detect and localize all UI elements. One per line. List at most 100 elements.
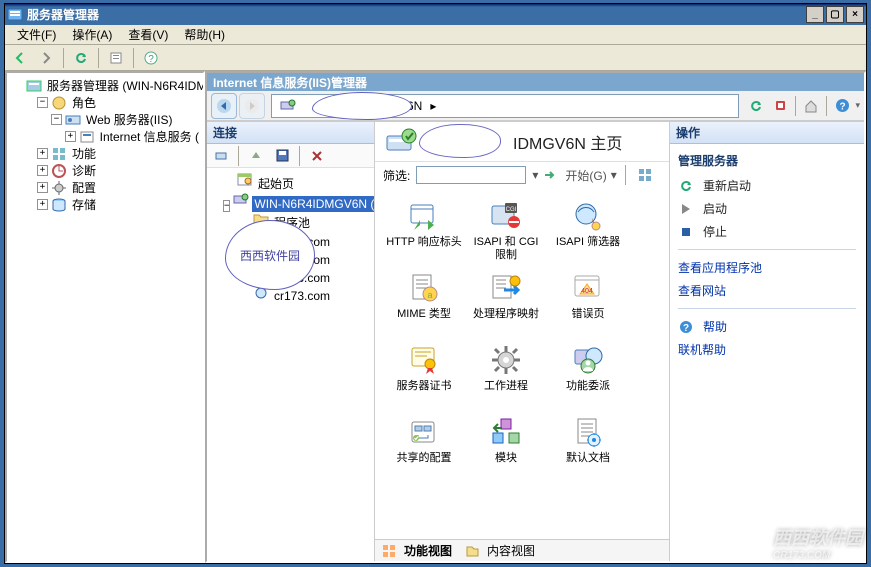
feature-label: ISAPI 筛选器 bbox=[556, 236, 620, 249]
feature-cert[interactable]: 服务器证书 bbox=[383, 340, 465, 412]
view-grid-icon[interactable] bbox=[634, 164, 656, 186]
connections-header-label: 连接 bbox=[213, 124, 237, 141]
expand-toggle[interactable]: + bbox=[65, 131, 76, 142]
filter-label: 筛选: bbox=[383, 167, 410, 184]
action-restart[interactable]: 重新启动 bbox=[678, 175, 856, 196]
breadcrumb-tail[interactable]: 6N bbox=[403, 99, 426, 113]
forward-button[interactable] bbox=[35, 47, 57, 69]
expand-toggle[interactable]: + bbox=[37, 165, 48, 176]
feature-isapi-filter[interactable]: ISAPI 筛选器 bbox=[547, 196, 629, 268]
delete-icon[interactable] bbox=[306, 145, 328, 167]
iis-mgr-icon bbox=[79, 129, 95, 145]
scope-tree[interactable]: 服务器管理器 (WIN-N6R4IDMGV6 − 角色 bbox=[5, 71, 205, 563]
action-online-help-label: 联机帮助 bbox=[678, 341, 726, 358]
go-dropdown[interactable]: ▾ 开始(G) ▾ bbox=[532, 167, 616, 184]
nav-stop-button[interactable] bbox=[769, 95, 791, 117]
annotation-cloud: 西西软件园 bbox=[225, 220, 315, 290]
save-icon[interactable] bbox=[271, 145, 293, 167]
nav-home-button[interactable] bbox=[800, 95, 822, 117]
toolbar-divider bbox=[133, 48, 134, 68]
feature-error[interactable]: 404 错误页 bbox=[547, 268, 629, 340]
conn-start-page[interactable]: 起始页 bbox=[256, 176, 296, 192]
nav-help-button[interactable]: ? bbox=[831, 95, 853, 117]
close-button[interactable]: × bbox=[846, 6, 864, 23]
conn-site-item[interactable]: cr173.com bbox=[272, 288, 332, 304]
menu-view[interactable]: 查看(V) bbox=[120, 24, 176, 45]
tree-iis-mgr[interactable]: Internet 信息服务 ( bbox=[98, 127, 201, 146]
connect-icon[interactable] bbox=[210, 145, 232, 167]
action-start[interactable]: 启动 bbox=[678, 198, 856, 219]
action-online-help[interactable]: 联机帮助 bbox=[678, 339, 856, 360]
feature-default-doc[interactable]: 默认文档 bbox=[547, 412, 629, 484]
feature-worker[interactable]: 工作进程 bbox=[465, 340, 547, 412]
refresh-button[interactable] bbox=[70, 47, 92, 69]
connections-tree[interactable]: 起始页 −WIN-N6R4IDMGV6N (WIN 程序池 cr173.com … bbox=[207, 168, 374, 561]
feature-handler[interactable]: 处理程序映射 bbox=[465, 268, 547, 340]
menu-action[interactable]: 操作(A) bbox=[64, 24, 120, 45]
expand-toggle[interactable]: + bbox=[37, 148, 48, 159]
feature-label: MIME 类型 bbox=[397, 308, 451, 321]
maximize-button[interactable]: ▢ bbox=[826, 6, 844, 23]
tab-features-view[interactable]: 功能视图 bbox=[381, 542, 452, 559]
menu-help[interactable]: 帮助(H) bbox=[176, 24, 233, 45]
server-manager-window: 服务器管理器 _ ▢ × 文件(F) 操作(A) 查看(V) 帮助(H) ? bbox=[4, 3, 867, 564]
toolbar-divider bbox=[795, 96, 796, 116]
up-icon[interactable] bbox=[245, 145, 267, 167]
properties-button[interactable] bbox=[105, 47, 127, 69]
handler-icon bbox=[490, 272, 522, 304]
expand-toggle[interactable]: + bbox=[37, 182, 48, 193]
roles-icon bbox=[51, 95, 67, 111]
expand-toggle[interactable]: + bbox=[37, 199, 48, 210]
tab-content-view[interactable]: 内容视图 bbox=[464, 542, 535, 559]
feature-mime[interactable]: aMIME 类型 bbox=[383, 268, 465, 340]
tree-root[interactable]: 服务器管理器 (WIN-N6R4IDMGV6 bbox=[45, 76, 205, 95]
action-separator bbox=[678, 249, 856, 250]
breadcrumb[interactable]: 6N ▸ bbox=[271, 94, 739, 118]
action-help[interactable]: ? 帮助 bbox=[678, 316, 856, 337]
toolbar-divider bbox=[826, 96, 827, 116]
action-view-apppools[interactable]: 查看应用程序池 bbox=[678, 257, 856, 278]
go-icon bbox=[542, 167, 558, 183]
expand-toggle[interactable]: − bbox=[37, 97, 48, 108]
feature-isapi-cgi[interactable]: CGIISAPI 和 CGI 限制 bbox=[465, 196, 547, 268]
svg-text:?: ? bbox=[839, 102, 845, 113]
menu-file[interactable]: 文件(F) bbox=[9, 24, 64, 45]
feature-grid: HTTP 响应标头CGIISAPI 和 CGI 限制 ISAPI 筛选器 aMIME… bbox=[375, 188, 669, 539]
feature-label: 模块 bbox=[495, 452, 517, 465]
nav-refresh-button[interactable] bbox=[745, 95, 767, 117]
help-button[interactable]: ? bbox=[140, 47, 162, 69]
minimize-button[interactable]: _ bbox=[806, 6, 824, 23]
annotation-cloud bbox=[419, 124, 501, 158]
tab-content-label: 内容视图 bbox=[487, 542, 535, 559]
content-row: 服务器管理器 (WIN-N6R4IDMGV6 − 角色 bbox=[5, 71, 866, 563]
nav-back-button[interactable] bbox=[211, 93, 237, 119]
filter-input[interactable] bbox=[416, 166, 526, 184]
svg-text:?: ? bbox=[148, 54, 154, 65]
feature-label: 工作进程 bbox=[484, 380, 528, 393]
feature-label: 错误页 bbox=[572, 308, 605, 321]
restart-icon bbox=[678, 178, 694, 194]
feature-delegate[interactable]: 功能委派 bbox=[547, 340, 629, 412]
svg-text:404: 404 bbox=[581, 288, 593, 295]
back-button[interactable] bbox=[9, 47, 31, 69]
feature-http-resp[interactable]: HTTP 响应标头 bbox=[383, 196, 465, 268]
tree-storage[interactable]: 存储 bbox=[70, 195, 98, 214]
main-heading-text: IDMGV6N 主页 bbox=[513, 130, 622, 154]
expand-toggle[interactable]: − bbox=[51, 114, 62, 125]
iis-title-bar: Internet 信息服务(IIS)管理器 bbox=[207, 73, 864, 91]
action-stop[interactable]: 停止 bbox=[678, 221, 856, 242]
main-heading: IDMGV6N 主页 bbox=[375, 122, 669, 162]
expand-toggle[interactable]: − bbox=[223, 200, 230, 212]
actions-body: 管理服务器 重新启动 启动 停止 bbox=[670, 144, 864, 366]
modules-icon bbox=[490, 416, 522, 448]
feature-modules[interactable]: 模块 bbox=[465, 412, 547, 484]
nav-forward-button[interactable] bbox=[239, 93, 265, 119]
filter-row: 筛选: ▾ 开始(G) ▾ bbox=[375, 162, 669, 188]
diagnostics-icon bbox=[51, 163, 67, 179]
title-bar: 服务器管理器 _ ▢ × bbox=[5, 4, 866, 25]
feature-shared-cfg[interactable]: 共享的配置 bbox=[383, 412, 465, 484]
conn-server-node[interactable]: WIN-N6R4IDMGV6N (WIN bbox=[252, 196, 374, 212]
action-view-sites[interactable]: 查看网站 bbox=[678, 280, 856, 301]
feature-label: HTTP 响应标头 bbox=[386, 236, 462, 249]
server-icon bbox=[26, 78, 42, 94]
